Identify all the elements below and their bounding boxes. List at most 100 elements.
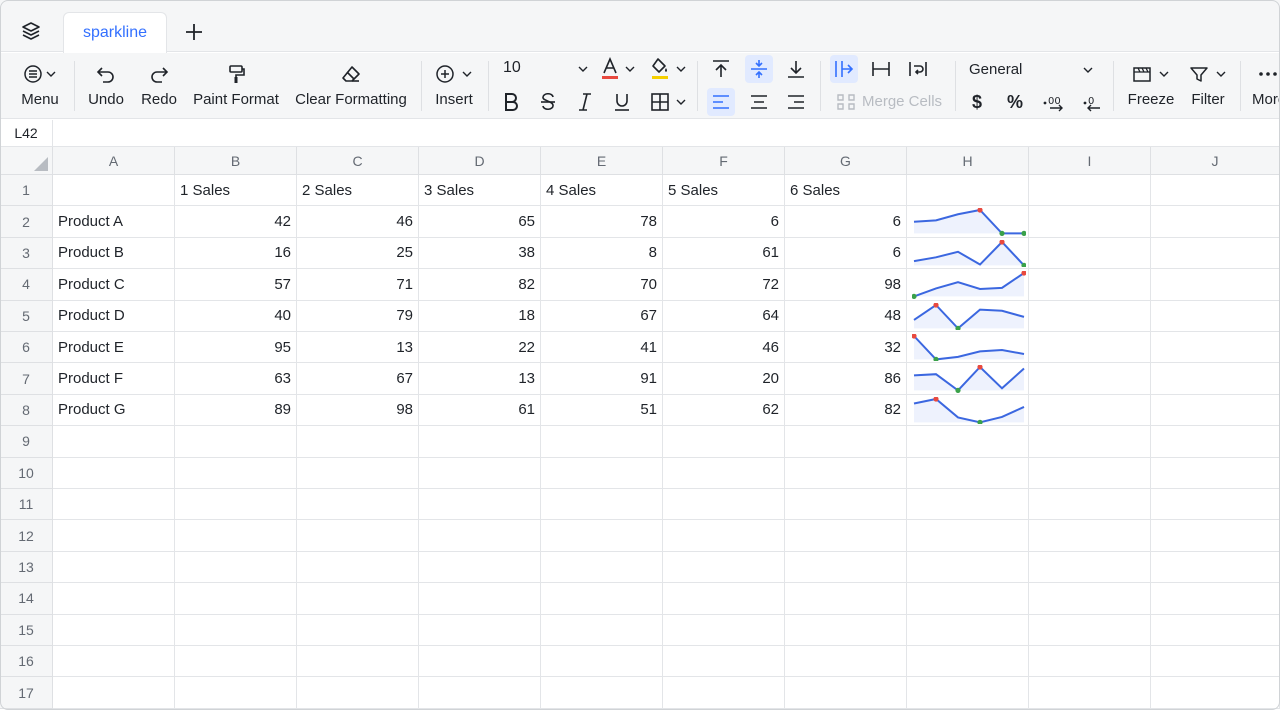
cell-j7[interactable] [1151, 363, 1280, 395]
cell-a7[interactable]: Product F [53, 363, 175, 395]
cell-c1[interactable]: 2 Sales [297, 175, 419, 207]
row-header-15[interactable]: 15 [0, 614, 53, 646]
cell-d3[interactable]: 38 [419, 237, 541, 270]
column-header-d[interactable]: D [419, 147, 541, 175]
cell-f15[interactable] [663, 614, 785, 646]
cell-c3[interactable]: 25 [297, 237, 419, 270]
cell-j15[interactable] [1151, 614, 1280, 646]
cell-g13[interactable] [785, 551, 907, 584]
more-button[interactable]: More [1252, 53, 1280, 108]
cell-a2[interactable]: Product A [53, 206, 175, 238]
cell-b16[interactable] [175, 646, 297, 678]
cell-g6[interactable]: 32 [785, 332, 907, 364]
cell-j12[interactable] [1151, 520, 1280, 552]
align-top-icon[interactable] [707, 55, 735, 83]
column-header-f[interactable]: F [663, 147, 785, 175]
cell-i16[interactable] [1029, 646, 1151, 678]
cell-d12[interactable] [419, 520, 541, 552]
cell-e3[interactable]: 8 [541, 237, 663, 270]
cell-e17[interactable] [541, 677, 663, 709]
cell-h1[interactable] [907, 175, 1029, 207]
cell-j5[interactable] [1151, 300, 1280, 332]
cell-e15[interactable] [541, 614, 663, 646]
cell-f5[interactable]: 64 [663, 300, 785, 332]
cell-a14[interactable] [53, 583, 175, 615]
cell-i14[interactable] [1029, 583, 1151, 615]
cell-f10[interactable] [663, 457, 785, 489]
cell-g3[interactable]: 6 [785, 237, 907, 270]
cell-c14[interactable] [297, 583, 419, 615]
decrease-decimal-icon[interactable]: 0 [1078, 88, 1106, 116]
cell-j4[interactable] [1151, 269, 1280, 301]
cell-a11[interactable] [53, 489, 175, 521]
cell-c7[interactable]: 67 [297, 363, 419, 395]
column-header-j[interactable]: J [1151, 147, 1280, 175]
filter-button[interactable]: Filter [1188, 53, 1228, 108]
row-header-14[interactable]: 14 [0, 583, 53, 615]
align-bottom-icon[interactable] [782, 55, 810, 83]
clear-formatting-button[interactable]: Clear Formatting [295, 53, 407, 108]
chevron-down-icon[interactable] [676, 64, 686, 74]
cell-g2[interactable]: 6 [785, 206, 907, 238]
paint-format-button[interactable]: Paint Format [193, 53, 279, 108]
border-icon[interactable] [646, 88, 674, 116]
cell-a15[interactable] [53, 614, 175, 646]
cell-a13[interactable] [53, 551, 175, 584]
cell-d14[interactable] [419, 583, 541, 615]
cell-d15[interactable] [419, 614, 541, 646]
cell-a5[interactable]: Product D [53, 300, 175, 332]
cell-e8[interactable]: 51 [541, 394, 663, 427]
cell-b8[interactable]: 89 [175, 394, 297, 427]
cell-d4[interactable]: 82 [419, 269, 541, 301]
cell-c12[interactable] [297, 520, 419, 552]
cell-i12[interactable] [1029, 520, 1151, 552]
column-header-a[interactable]: A [53, 147, 175, 175]
cell-g10[interactable] [785, 457, 907, 489]
cell-b2[interactable]: 42 [175, 206, 297, 238]
cell-a17[interactable] [53, 677, 175, 709]
cell-j6[interactable] [1151, 332, 1280, 364]
cell-h17[interactable] [907, 677, 1029, 709]
cell-e10[interactable] [541, 457, 663, 489]
cell-g15[interactable] [785, 614, 907, 646]
cell-i6[interactable] [1029, 332, 1151, 364]
cell-c15[interactable] [297, 614, 419, 646]
cell-e6[interactable]: 41 [541, 332, 663, 364]
cell-j11[interactable] [1151, 489, 1280, 521]
cell-b17[interactable] [175, 677, 297, 709]
bold-icon[interactable] [497, 88, 525, 116]
cell-a16[interactable] [53, 646, 175, 678]
cell-e16[interactable] [541, 646, 663, 678]
cell-d7[interactable]: 13 [419, 363, 541, 395]
font-color-icon[interactable] [596, 55, 624, 83]
cell-i7[interactable] [1029, 363, 1151, 395]
cell-d9[interactable] [419, 426, 541, 458]
cell-i13[interactable] [1029, 551, 1151, 584]
merge-cells-icon[interactable] [832, 88, 860, 116]
cell-h8[interactable] [907, 394, 1029, 427]
cell-c17[interactable] [297, 677, 419, 709]
cell-b14[interactable] [175, 583, 297, 615]
cell-c10[interactable] [297, 457, 419, 489]
cell-d1[interactable]: 3 Sales [419, 175, 541, 207]
italic-icon[interactable] [571, 88, 599, 116]
cell-i10[interactable] [1029, 457, 1151, 489]
undo-button[interactable]: Undo [86, 53, 126, 108]
cell-e14[interactable] [541, 583, 663, 615]
row-header-12[interactable]: 12 [0, 520, 53, 552]
cell-g14[interactable] [785, 583, 907, 615]
merge-cells-button[interactable]: Merge Cells [862, 93, 942, 110]
cell-b1[interactable]: 1 Sales [175, 175, 297, 207]
cell-h9[interactable] [907, 426, 1029, 458]
cell-i8[interactable] [1029, 394, 1151, 427]
cell-d16[interactable] [419, 646, 541, 678]
cell-g8[interactable]: 82 [785, 394, 907, 427]
cell-e9[interactable] [541, 426, 663, 458]
cell-d11[interactable] [419, 489, 541, 521]
cell-g7[interactable]: 86 [785, 363, 907, 395]
row-header-1[interactable]: 1 [0, 175, 53, 207]
cell-j17[interactable] [1151, 677, 1280, 709]
cell-i4[interactable] [1029, 269, 1151, 301]
cell-f7[interactable]: 20 [663, 363, 785, 395]
cell-a8[interactable]: Product G [53, 394, 175, 427]
